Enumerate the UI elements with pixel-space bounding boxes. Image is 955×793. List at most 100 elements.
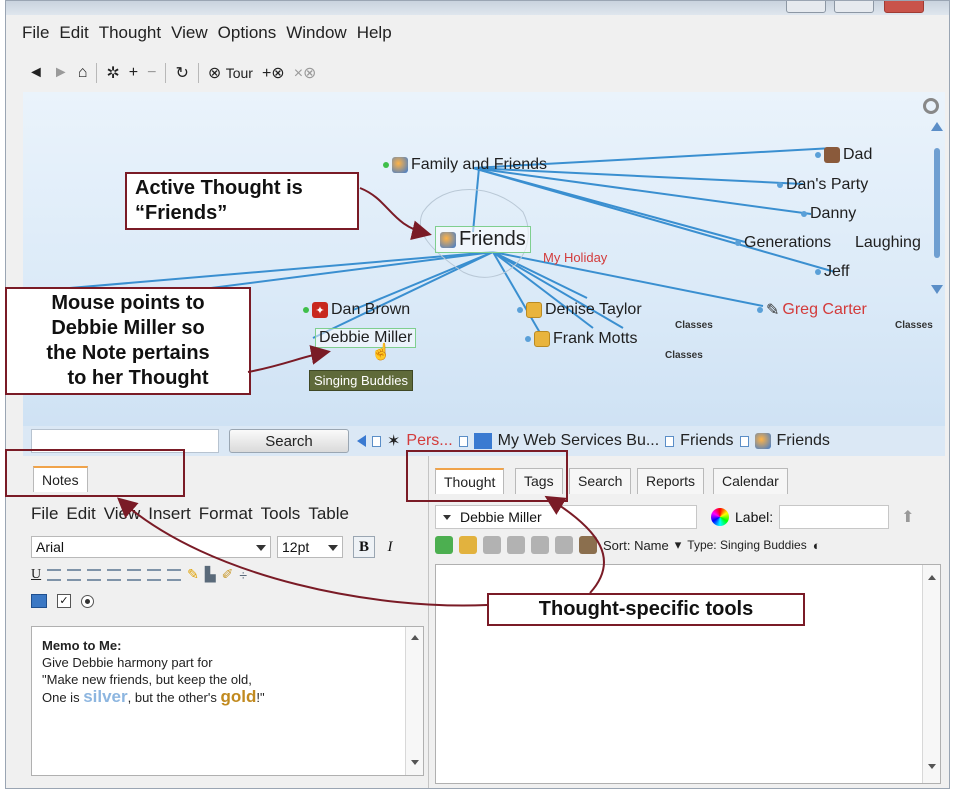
menu-view[interactable]: View <box>171 23 208 43</box>
bullet-list-icon[interactable] <box>107 568 122 581</box>
editor-menu-insert[interactable]: Insert <box>148 504 191 524</box>
label-input[interactable] <box>779 505 890 529</box>
node-friends-active[interactable]: Friends <box>435 226 531 253</box>
editor-menu-edit[interactable]: Edit <box>66 504 95 524</box>
tab-reports[interactable]: Reports <box>637 468 705 494</box>
align-center-icon[interactable] <box>67 568 82 581</box>
link-icon[interactable] <box>483 536 501 554</box>
remove-icon[interactable]: − <box>147 64 156 82</box>
list-scrollbar[interactable] <box>922 565 940 783</box>
size-select[interactable]: 12pt <box>277 536 343 558</box>
add-attachment-icon[interactable] <box>435 536 453 554</box>
editor-menu-tools[interactable]: Tools <box>261 504 301 524</box>
calendar-icon[interactable] <box>31 594 47 608</box>
maximize-button[interactable] <box>834 1 874 13</box>
align-left-icon[interactable] <box>47 568 62 581</box>
scroll-thumb[interactable] <box>934 148 940 258</box>
menu-options[interactable]: Options <box>218 23 277 43</box>
pin-friends-2[interactable]: Friends <box>777 432 830 450</box>
tour-button[interactable]: ⊗ Tour <box>208 63 253 83</box>
highlight-icon[interactable]: ✎ <box>187 566 199 583</box>
classes-label[interactable]: Classes <box>665 350 703 361</box>
node-jeff[interactable]: Jeff <box>815 263 850 281</box>
tab-calendar[interactable]: Calendar <box>713 468 788 494</box>
pins-back-icon[interactable] <box>357 435 366 447</box>
node-generations[interactable]: Generations <box>735 234 831 252</box>
node-laughing[interactable]: Laughing <box>855 234 921 252</box>
number-list-icon[interactable] <box>127 568 142 581</box>
classes-label[interactable]: Classes <box>675 320 713 331</box>
pin-pers[interactable]: Pers... <box>406 432 452 450</box>
forward-icon[interactable]: ► <box>53 64 69 82</box>
node-dans-party[interactable]: Dan's Party <box>777 176 868 194</box>
indent-icon[interactable] <box>147 568 162 581</box>
sort-dropdown[interactable]: Sort: Name <box>603 538 669 553</box>
type-menu-icon[interactable]: ◐ <box>813 538 821 553</box>
underline-button[interactable]: U <box>31 567 41 583</box>
scroll-down-icon[interactable] <box>931 285 943 294</box>
type-display[interactable]: Type: Singing Buddies <box>687 538 806 552</box>
menu-edit[interactable]: Edit <box>59 23 88 43</box>
folder-icon[interactable] <box>459 536 477 554</box>
node-label: Danny <box>810 205 857 222</box>
editor-menu-file[interactable]: File <box>31 504 58 524</box>
node-label: Friends <box>459 228 526 250</box>
minimize-button[interactable] <box>786 1 826 13</box>
editor-menu-table[interactable]: Table <box>308 504 349 524</box>
thought-name-field[interactable]: Debbie Miller <box>435 505 697 529</box>
back-icon[interactable]: ◄ <box>28 64 44 82</box>
add-tour-icon[interactable]: +⊗ <box>262 63 285 83</box>
tab-search[interactable]: Search <box>569 468 632 494</box>
node-family-and-friends[interactable]: Family and Friends <box>383 156 547 174</box>
note-scrollbar[interactable] <box>405 627 423 775</box>
map-settings-icon[interactable] <box>923 98 939 114</box>
clear-format-icon[interactable]: ✐ <box>222 566 234 583</box>
radio-icon[interactable] <box>81 594 94 608</box>
rule-icon[interactable]: ÷ <box>239 567 247 583</box>
font-color-icon[interactable]: ▙ <box>205 566 216 583</box>
node-danny[interactable]: Danny <box>801 205 856 223</box>
node-dan-brown[interactable]: ✦ Dan Brown <box>303 301 410 319</box>
align-right-icon[interactable] <box>87 568 102 581</box>
outdent-icon[interactable] <box>167 568 182 581</box>
menu-thought[interactable]: Thought <box>99 23 161 43</box>
my-holiday-label[interactable]: My Holiday <box>543 250 607 265</box>
menu-window[interactable]: Window <box>286 23 346 43</box>
scroll-down-icon[interactable] <box>411 760 419 765</box>
bold-button[interactable]: B <box>353 536 375 558</box>
copy-icon[interactable] <box>531 536 549 554</box>
node-frank-motts[interactable]: Frank Motts <box>525 330 637 348</box>
paste-icon[interactable] <box>579 536 597 554</box>
font-select[interactable]: Arial <box>31 536 271 558</box>
pin-my-web-services[interactable]: My Web Services Bu... <box>498 432 660 450</box>
classes-label[interactable]: Classes <box>895 320 933 331</box>
map-scrollbar[interactable] <box>933 118 941 298</box>
search-button[interactable]: Search <box>229 429 349 453</box>
refresh-icon[interactable]: ↻ <box>175 63 188 83</box>
home-icon[interactable]: ⌂ <box>78 64 88 82</box>
checkbox-icon[interactable]: ✓ <box>57 594 71 608</box>
layout-icon[interactable]: ✲ <box>106 63 119 83</box>
italic-button[interactable]: I <box>379 536 401 558</box>
node-debbie-miller[interactable]: Debbie Miller <box>315 328 417 348</box>
pin-friends[interactable]: Friends <box>680 432 733 450</box>
editor-menu-format[interactable]: Format <box>199 504 253 524</box>
note-editor[interactable]: Memo to Me: Give Debbie harmony part for… <box>31 626 424 776</box>
scroll-up-icon[interactable] <box>411 635 419 640</box>
menu-help[interactable]: Help <box>357 23 392 43</box>
cut-icon[interactable] <box>555 536 573 554</box>
node-dad[interactable]: Dad <box>815 146 872 164</box>
chevron-down-icon <box>443 515 451 520</box>
pin-up-icon[interactable]: ⬆ <box>901 507 914 527</box>
node-greg-carter[interactable]: ✎ Greg Carter <box>757 300 867 320</box>
node-denise-taylor[interactable]: Denise Taylor <box>517 301 642 319</box>
editor-menu-view[interactable]: View <box>104 504 141 524</box>
menu-file[interactable]: File <box>22 23 49 43</box>
add-icon[interactable]: + <box>129 64 138 82</box>
scroll-down-icon[interactable] <box>928 764 936 769</box>
remove-tour-icon[interactable]: ×⊗ <box>294 63 317 83</box>
close-button[interactable] <box>884 1 924 13</box>
delete-icon[interactable] <box>507 536 525 554</box>
scroll-up-icon[interactable] <box>928 575 936 580</box>
color-wheel-icon[interactable] <box>711 508 729 526</box>
